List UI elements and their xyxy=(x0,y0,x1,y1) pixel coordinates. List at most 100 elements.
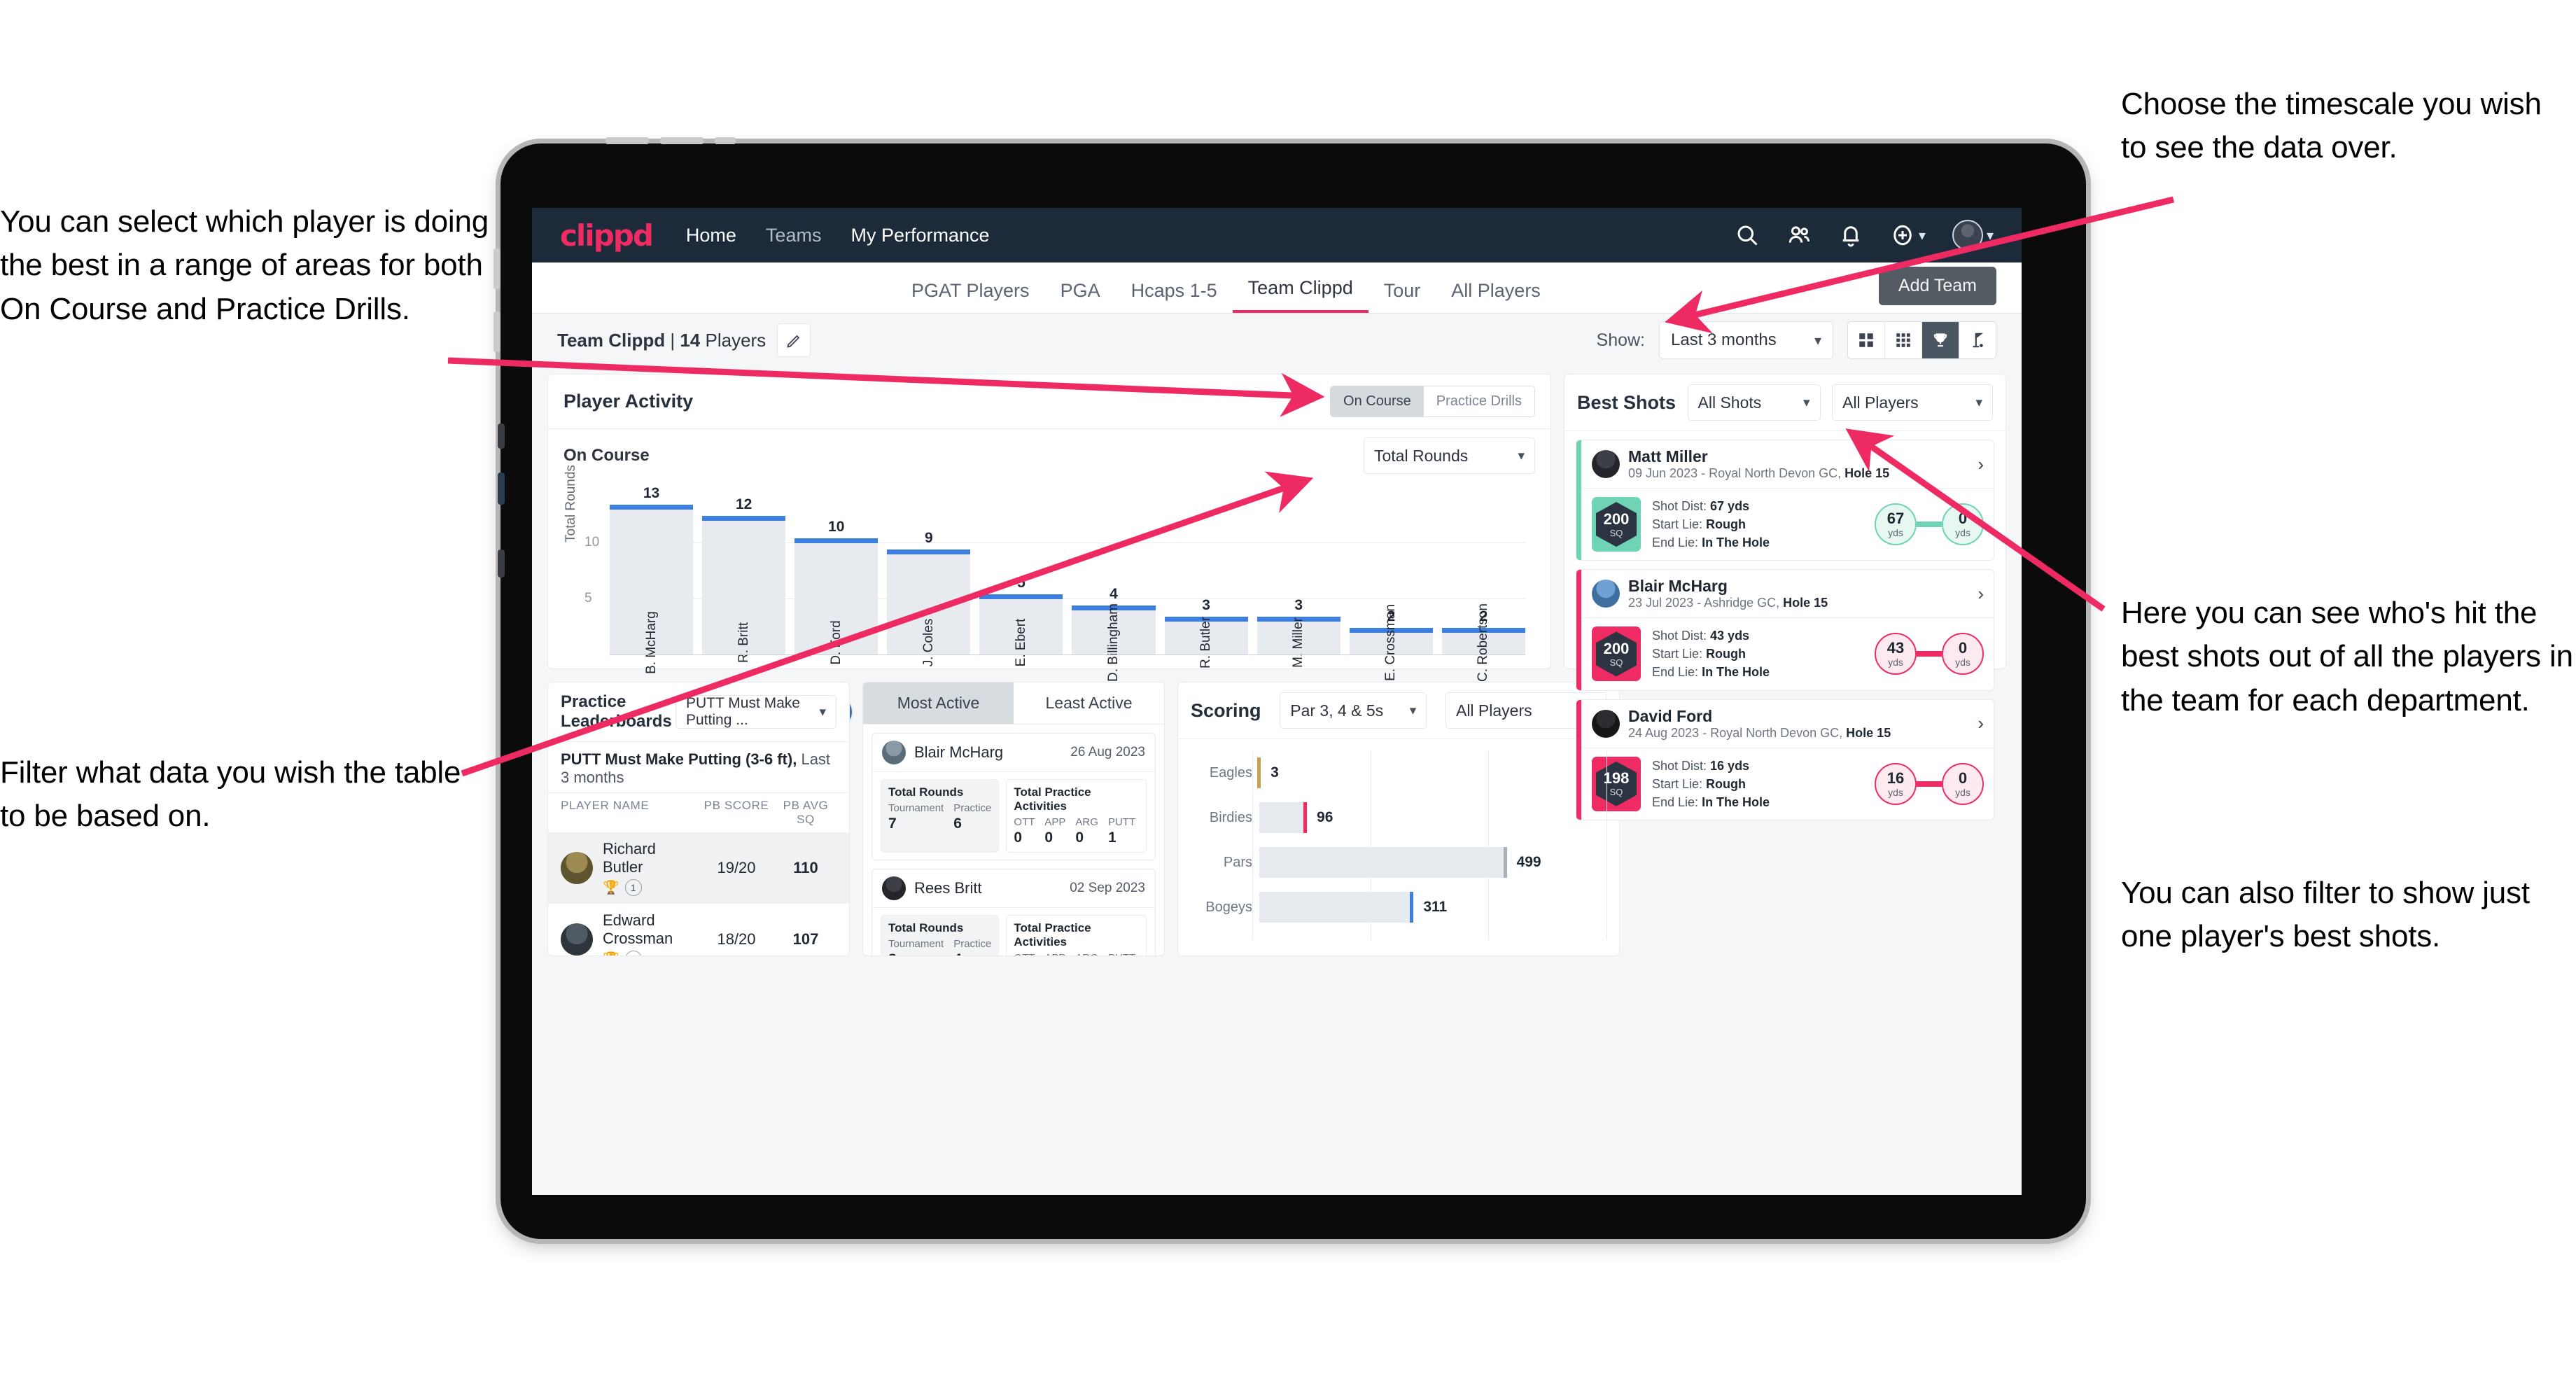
chart-bar-column[interactable]: 5 E. Ebert xyxy=(979,498,1063,666)
clippd-logo[interactable]: clippd xyxy=(560,218,654,253)
total-practice-stats: OTT0 APP0 ARG0 PUTT0 xyxy=(1014,952,1139,955)
chart-bar-value: 9 xyxy=(924,530,933,546)
view-grid-9-button[interactable] xyxy=(1885,322,1922,358)
user-menu[interactable]: ▾ xyxy=(1952,220,1994,251)
search-icon[interactable] xyxy=(1735,223,1760,248)
activity-card[interactable]: Blair McHarg 26 Aug 2023 Total Rounds Tourn… xyxy=(872,733,1156,860)
avatar xyxy=(882,876,906,900)
chart-bar-column[interactable]: 3 R. Butler xyxy=(1164,498,1248,668)
drill-select[interactable]: PUTT Must Make Putting ... ▾ xyxy=(676,695,836,729)
chart-bar: B. McHarg xyxy=(610,505,694,674)
dumbbell-end: 0 yds xyxy=(1942,762,1984,805)
rounds-stat-value: 4 xyxy=(953,951,991,955)
chevron-right-icon[interactable]: › xyxy=(1977,583,1984,605)
tab-hcaps-1-5[interactable]: Hcaps 1-5 xyxy=(1116,280,1233,313)
view-trophy-button[interactable] xyxy=(1922,322,1959,358)
chart-bar-label: M. Miller xyxy=(1291,617,1306,668)
leaderboard-rank-group: 🏆2 xyxy=(603,951,698,955)
avatar xyxy=(561,852,593,884)
scoring-bar-track: 499 xyxy=(1259,840,1606,885)
drill-value: PUTT Must Make Putting ... xyxy=(686,695,800,728)
nav-item-teams[interactable]: Teams xyxy=(766,225,822,246)
rounds-stat: Practice 6 xyxy=(953,802,991,832)
shot-filter-value: All Shots xyxy=(1698,393,1762,412)
best-shots-player-filter[interactable]: All Players ▾ xyxy=(1832,384,1993,421)
tablet-screen: clippd Home Teams My Performance ▾ ▾ PGA… xyxy=(532,208,2022,1195)
edit-team-button[interactable] xyxy=(777,323,811,357)
dumbbell-end: 0 yds xyxy=(1942,633,1984,676)
nav-item-home[interactable]: Home xyxy=(686,225,736,246)
table-row[interactable]: Richard Butler 🏆 1 19/20 110 xyxy=(548,832,849,904)
chart-bar-column[interactable]: 3 M. Miller xyxy=(1256,498,1340,668)
timescale-select[interactable]: Last 3 months ▾ xyxy=(1659,321,1833,359)
tab-team-clippd[interactable]: Team Clippd xyxy=(1232,277,1368,313)
chart-bar-column[interactable]: 9 J. Coles xyxy=(887,498,971,666)
rounds-stat-key: Practice xyxy=(953,802,992,814)
chart-bar-value: 10 xyxy=(828,519,845,535)
view-flag-button[interactable] xyxy=(1959,322,1996,358)
practice-stat-key: OTT xyxy=(1014,816,1035,828)
team-toolbar: Team Clippd | 14 Players Show: Last 3 mo… xyxy=(532,314,2022,367)
practice-stat-value: 0 xyxy=(1014,830,1023,846)
practice-leaderboards-card: Practice Leaderboards PUTT Must Make Put… xyxy=(547,682,850,956)
best-shot-card[interactable]: Blair McHarg 23 Jul 2023 - Ashridge GC, H… xyxy=(1576,569,1994,691)
bell-icon[interactable] xyxy=(1838,223,1863,248)
scoring-bar xyxy=(1259,847,1507,878)
chart-bar-column[interactable]: 2 C. Robertson xyxy=(1441,498,1525,682)
best-shots-shot-filter[interactable]: All Shots ▾ xyxy=(1687,384,1821,421)
chart-bar-column[interactable]: 10 D. Ford xyxy=(794,498,878,665)
chart-bar-column[interactable]: 4 D. Billingham xyxy=(1072,498,1156,682)
tab-all-players[interactable]: All Players xyxy=(1436,280,1556,313)
best-shot-body: 200 SQ Shot Dist: 43 yds Start Lie: Rough En… xyxy=(1576,618,1994,690)
best-shot-card[interactable]: Matt Miller 09 Jun 2023 - Royal North Dev… xyxy=(1576,440,1994,561)
scoring-category-label: Birdies xyxy=(1209,809,1252,825)
tab-tour[interactable]: Tour xyxy=(1368,280,1436,313)
chevron-right-icon[interactable]: › xyxy=(1977,454,1984,475)
tab-pgat-players[interactable]: PGAT Players xyxy=(896,280,1045,313)
scoring-bar-cap xyxy=(1257,757,1261,788)
segment-practice-drills[interactable]: Practice Drills xyxy=(1423,386,1534,416)
best-shots-card: Best Shots All Shots ▾ All Players ▾ Mat… xyxy=(1564,374,2006,820)
chart-bar-value: 5 xyxy=(1017,575,1026,591)
tab-pga[interactable]: PGA xyxy=(1045,280,1116,313)
leaderboard-column-headers: PLAYER NAME PB SCORE PB AVG SQ xyxy=(548,793,849,832)
plus-circle-icon[interactable] xyxy=(1890,223,1915,248)
tablet-sensor-1 xyxy=(498,424,505,449)
hexagon-icon: 200 SQ xyxy=(1596,631,1637,677)
best-shot-player-name: Blair McHarg xyxy=(1628,577,1728,596)
view-grid-4-button[interactable] xyxy=(1848,322,1885,358)
start-lie-line: Start Lie: Rough xyxy=(1652,776,1746,791)
chart-bar-value: 3 xyxy=(1202,597,1210,613)
practice-header: Practice Leaderboards PUTT Must Make Put… xyxy=(548,682,849,742)
nav-item-my-performance[interactable]: My Performance xyxy=(850,225,989,246)
trophy-icon: 🏆 xyxy=(603,951,620,955)
player-activity-subhead: On Course Total Rounds ▾ xyxy=(548,429,1550,477)
avatar[interactable] xyxy=(1952,220,1983,251)
activity-card[interactable]: Rees Britt 02 Sep 2023 Total Rounds Tournam… xyxy=(872,869,1156,955)
chart-bar-column[interactable]: 13 B. McHarg xyxy=(610,485,694,674)
practice-stat: PUTT 1 xyxy=(1108,816,1135,846)
chevron-down-icon: ▾ xyxy=(1518,448,1525,463)
practice-stat: ARG 0 xyxy=(1075,816,1098,846)
total-practice-box: Total Practice Activities OTT 0 APP 0 ARG 0 PUT… xyxy=(1006,779,1147,853)
chart-bar-column[interactable]: 2 E. Crossman xyxy=(1349,498,1433,681)
shot-quality-unit: SQ xyxy=(1609,527,1623,538)
people-icon[interactable] xyxy=(1786,223,1812,248)
par-filter[interactable]: Par 3, 4 & 5s ▾ xyxy=(1280,692,1427,729)
practice-stat-value: 0 xyxy=(1044,830,1054,846)
chart-bar: E. Ebert xyxy=(979,594,1063,666)
tablet-device-frame: clippd Home Teams My Performance ▾ ▾ PGA… xyxy=(493,137,2086,1239)
scoring-category-label: Pars xyxy=(1223,854,1252,870)
table-row[interactable]: Edward Crossman🏆218/20107 xyxy=(548,904,849,955)
chart-bar-value: 4 xyxy=(1110,586,1118,602)
plus-circle-menu[interactable]: ▾ xyxy=(1890,223,1926,248)
segment-on-course[interactable]: On Course xyxy=(1331,386,1424,416)
shot-quality-badge: 200 SQ xyxy=(1592,497,1641,552)
metric-select[interactable]: Total Rounds ▾ xyxy=(1364,438,1535,474)
chart-bar-column[interactable]: 12 R. Britt xyxy=(702,496,786,663)
add-team-button[interactable]: Add Team xyxy=(1878,267,1996,305)
best-shot-card[interactable]: David Ford 24 Aug 2023 - Royal North Devo… xyxy=(1576,699,1994,820)
practice-stat: APP0 xyxy=(1044,952,1065,955)
chevron-right-icon[interactable]: › xyxy=(1977,713,1984,734)
practice-drill-name: PUTT Must Make Putting (3-6 ft), xyxy=(561,750,797,768)
